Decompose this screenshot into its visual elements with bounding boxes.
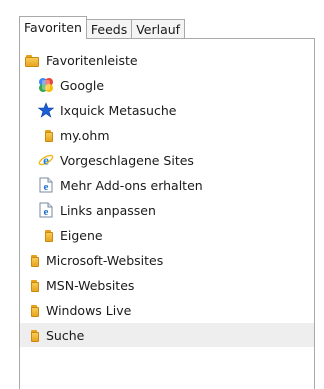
tree-item-label: Microsoft-Websites <box>46 252 164 268</box>
folder-icon <box>38 127 54 143</box>
folder-icon <box>24 277 40 293</box>
tab-favoriten[interactable]: Favoriten <box>19 16 87 39</box>
star-icon <box>37 102 55 118</box>
tree-item-ixquick[interactable]: Ixquick Metasuche <box>20 98 314 122</box>
ie-page-icon: e <box>38 202 54 218</box>
svg-text:e: e <box>44 181 49 193</box>
svg-text:e: e <box>44 206 49 218</box>
tree-item-label: Ixquick Metasuche <box>60 102 177 118</box>
svg-text:e: e <box>43 153 49 168</box>
favorites-tree: Favoritenleiste Google Ixquick Metasuche… <box>19 38 315 389</box>
ie-page-icon: e <box>38 177 54 193</box>
ie-icon: e <box>38 152 54 168</box>
favorites-tabstrip: Favoriten Feeds Verlauf <box>19 16 186 39</box>
google-icon <box>38 77 54 93</box>
tree-item-mehr-add-ons[interactable]: e Mehr Add-ons erhalten <box>20 173 314 197</box>
tree-item-label: Links anpassen <box>60 202 156 218</box>
tree-item-label: Favoritenleiste <box>46 52 138 68</box>
tree-item-eigene[interactable]: Eigene <box>20 223 314 247</box>
folder-icon <box>24 302 40 318</box>
tree-item-msn-websites[interactable]: MSN-Websites <box>20 273 314 297</box>
tab-verlauf[interactable]: Verlauf <box>131 19 186 39</box>
tree-item-label: my.ohm <box>60 127 110 143</box>
tree-item-favoritenleiste[interactable]: Favoritenleiste <box>20 48 314 72</box>
tree-item-windows-live[interactable]: Windows Live <box>20 298 314 322</box>
tree-item-suche[interactable]: Suche <box>20 323 314 347</box>
tab-feeds[interactable]: Feeds <box>85 19 133 39</box>
folder-icon <box>24 52 40 68</box>
tree-item-my-ohm[interactable]: my.ohm <box>20 123 314 147</box>
tree-item-label: Windows Live <box>46 302 132 318</box>
tree-item-label: MSN-Websites <box>46 277 135 293</box>
folder-icon <box>24 327 40 343</box>
tree-item-label: Eigene <box>60 227 103 243</box>
tree-item-microsoft-websites[interactable]: Microsoft-Websites <box>20 248 314 272</box>
tree-item-label: Vorgeschlagene Sites <box>60 152 194 168</box>
tree-item-label: Google <box>60 77 105 93</box>
folder-icon <box>24 252 40 268</box>
tree-item-label: Suche <box>46 327 85 343</box>
tree-item-google[interactable]: Google <box>20 73 314 97</box>
folder-icon <box>38 227 54 243</box>
tree-item-label: Mehr Add-ons erhalten <box>60 177 203 193</box>
tree-item-vorgeschlagene-sites[interactable]: e Vorgeschlagene Sites <box>20 148 314 172</box>
tree-item-links-anpassen[interactable]: e Links anpassen <box>20 198 314 222</box>
